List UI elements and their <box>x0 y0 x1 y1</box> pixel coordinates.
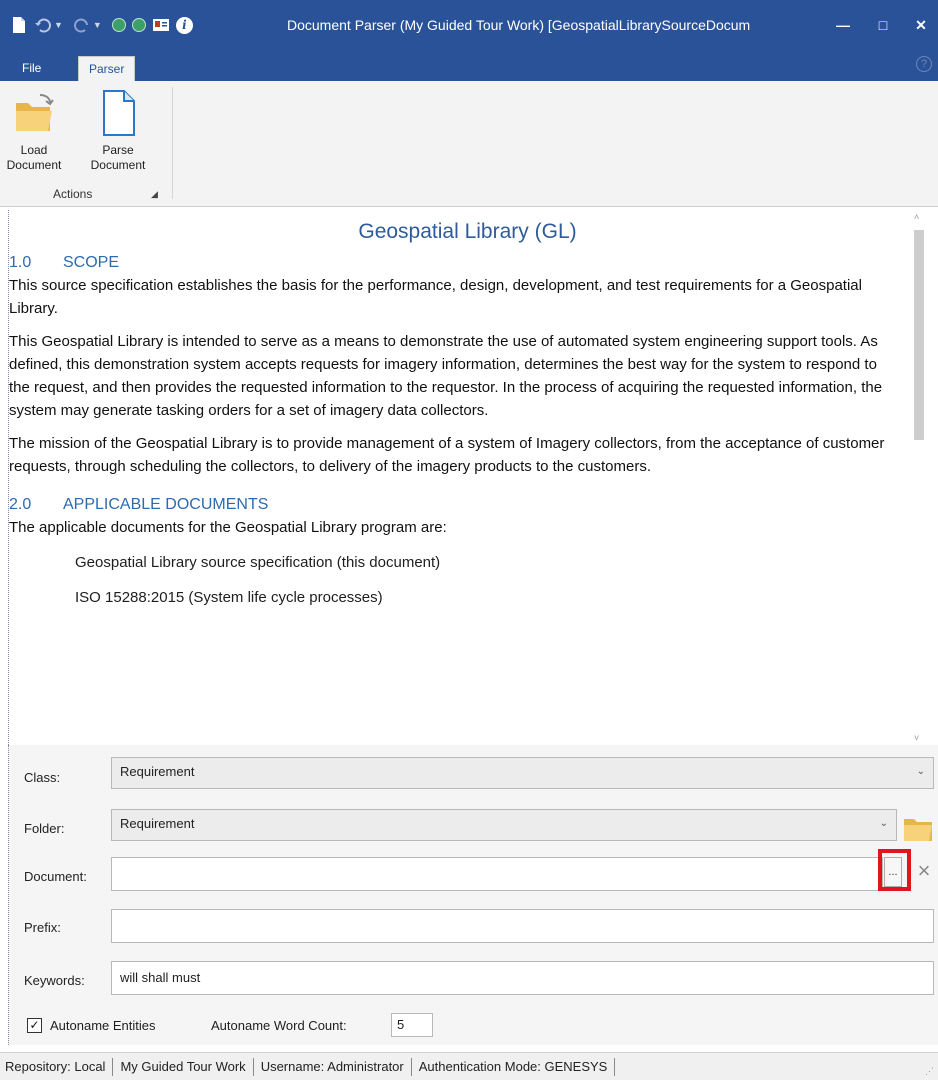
dialog-launcher-icon[interactable]: ◢ <box>151 189 161 199</box>
info-icon[interactable]: i <box>175 16 193 34</box>
undo-icon[interactable] <box>34 16 52 34</box>
quick-access-toolbar: ▼ ▼ i <box>0 0 193 50</box>
highlight-box <box>878 849 911 891</box>
back-icon[interactable] <box>111 18 126 32</box>
class-label: Class: <box>24 770 61 785</box>
autoname-checkbox[interactable]: ✓ <box>27 1018 42 1033</box>
paragraph: The mission of the Geospatial Library is… <box>9 435 885 475</box>
status-project: My Guided Tour Work <box>113 1057 254 1076</box>
close-button[interactable]: ✕ <box>904 0 938 50</box>
list-item: ISO 15288:2015 (System life cycle proces… <box>75 589 383 606</box>
section-title: SCOPE <box>63 254 120 271</box>
window-title: Document Parser (My Guided Tour Work) [G… <box>287 17 751 33</box>
title-bar: ▼ ▼ i Document Parser (My Guided Tour Wo… <box>0 0 938 50</box>
chevron-down-icon: ⌄ <box>879 818 888 829</box>
parse-document-label-1: Parse <box>102 143 134 157</box>
prefix-field[interactable] <box>111 909 934 943</box>
keywords-label: Keywords: <box>24 973 85 988</box>
folder-icon <box>904 819 932 841</box>
minimize-button[interactable]: — <box>826 0 860 50</box>
paragraph: This source specification establishes th… <box>9 277 862 317</box>
word-count-field[interactable]: 5 <box>391 1013 433 1037</box>
autoname-label[interactable]: Autoname Entities <box>50 1018 156 1033</box>
vertical-scrollbar[interactable]: ˄ ˅ <box>912 210 926 745</box>
paragraph: The applicable documents for the Geospat… <box>9 519 447 536</box>
scroll-up-icon[interactable]: ˄ <box>914 212 919 222</box>
id-card-icon[interactable] <box>152 16 170 34</box>
folder-select-value: Requirement <box>120 816 195 831</box>
scrollbar-thumb[interactable] <box>914 230 924 440</box>
folder-select[interactable]: Requirement ⌄ <box>111 809 897 841</box>
section-heading-scope: 1.0 SCOPE <box>9 254 926 272</box>
scroll-down-icon[interactable]: ˅ <box>914 733 919 743</box>
keywords-field[interactable]: will shall must <box>111 961 934 995</box>
paragraph: This Geospatial Library is intended to s… <box>9 333 883 419</box>
parser-settings-form: Class: Requirement ⌄ Folder: Requirement… <box>8 745 938 1045</box>
tab-parser[interactable]: Parser <box>78 56 136 81</box>
section-title: APPLICABLE DOCUMENTS <box>63 496 269 513</box>
section-number: 2.0 <box>9 496 32 513</box>
parse-document-label-2: Document <box>90 158 146 172</box>
document-title: Geospatial Library (GL) <box>358 220 577 243</box>
folder-open-icon <box>12 89 56 137</box>
list-item: Geospatial Library source specification … <box>75 554 441 571</box>
document-field[interactable] <box>111 857 883 891</box>
new-document-icon[interactable] <box>10 16 28 34</box>
group-separator <box>172 87 173 199</box>
section-number: 1.0 <box>9 254 32 271</box>
clear-document-button[interactable]: × <box>914 859 934 885</box>
prefix-label: Prefix: <box>24 920 61 935</box>
status-auth-mode: Authentication Mode: GENESYS <box>412 1057 616 1076</box>
ribbon: Load Document Parse Document Actions ◢ <box>0 81 938 207</box>
forward-icon[interactable] <box>131 18 146 32</box>
status-username: Username: Administrator <box>254 1057 412 1076</box>
word-count-label: Autoname Word Count: <box>211 1018 347 1033</box>
class-select[interactable]: Requirement ⌄ <box>111 757 934 789</box>
chevron-down-icon: ⌄ <box>916 766 925 777</box>
status-bar: Repository: Local My Guided Tour Work Us… <box>0 1052 938 1080</box>
section-heading-applicable-documents: 2.0 APPLICABLE DOCUMENTS <box>9 496 926 514</box>
resize-grip-icon[interactable]: ⋰ <box>925 1066 934 1077</box>
tab-file[interactable]: File <box>12 56 51 81</box>
actions-group-label: Actions <box>53 187 93 201</box>
folder-label: Folder: <box>24 821 65 836</box>
load-document-label-1: Load <box>20 143 48 157</box>
help-icon[interactable]: ? <box>916 56 932 72</box>
redo-icon[interactable] <box>73 16 91 34</box>
load-document-label-2: Document <box>6 158 62 172</box>
load-document-button[interactable]: Load Document <box>2 89 66 173</box>
browse-folder-button[interactable] <box>902 813 934 843</box>
document-preview[interactable]: Geospatial Library (GL) 1.0 SCOPE This s… <box>8 210 926 745</box>
parse-document-button[interactable]: Parse Document <box>86 89 150 173</box>
redo-dropdown-icon[interactable]: ▼ <box>93 20 102 30</box>
undo-dropdown-icon[interactable]: ▼ <box>54 20 63 30</box>
document-icon <box>96 89 140 137</box>
status-repository: Repository: Local <box>5 1057 114 1076</box>
ribbon-tab-row: File Parser ? <box>0 50 938 81</box>
class-select-value: Requirement <box>120 764 195 779</box>
maximize-button[interactable]: □ <box>866 0 900 50</box>
document-label: Document: <box>24 869 87 884</box>
